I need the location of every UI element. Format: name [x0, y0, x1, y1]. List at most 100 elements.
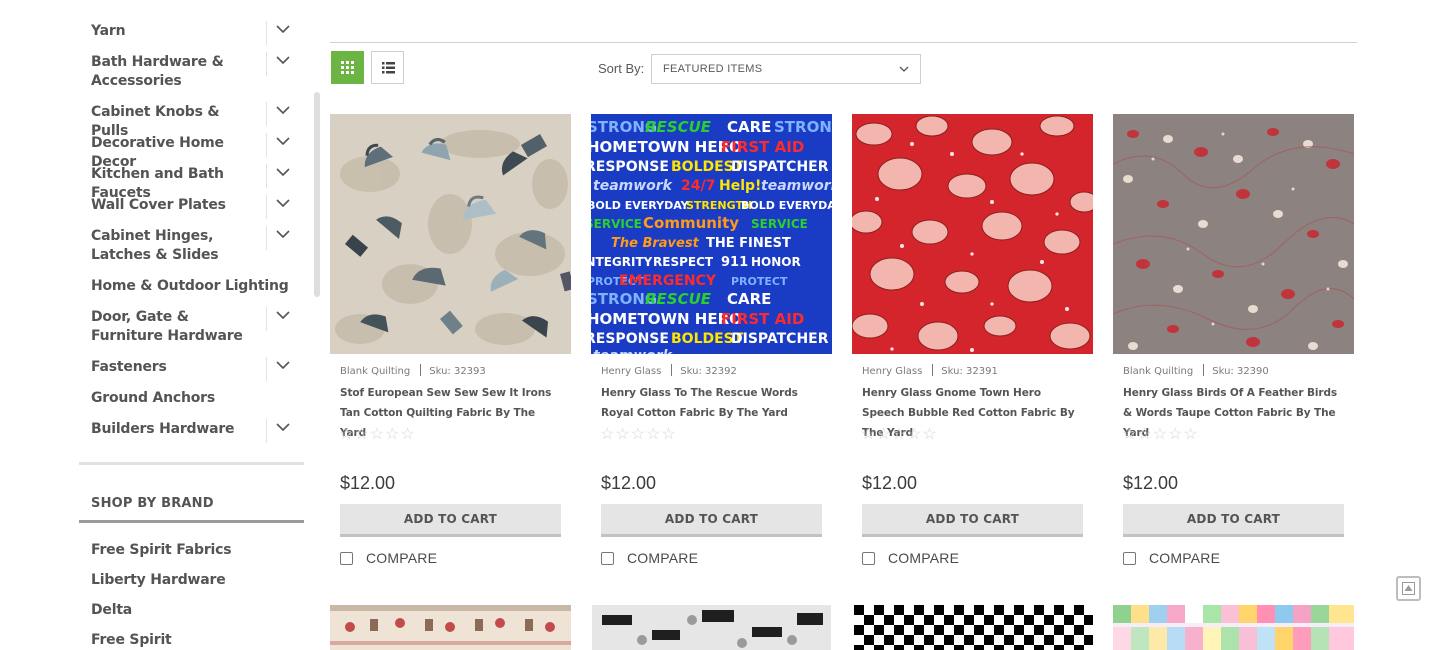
product-image[interactable] — [330, 605, 571, 650]
add-to-cart-button[interactable]: ADD TO CART — [1123, 504, 1344, 537]
product-brand[interactable]: Henry Glass — [601, 366, 661, 377]
category-label[interactable]: Cabinet Hinges, Latches & Slides — [91, 227, 261, 265]
brand-link[interactable]: Free Spirit — [91, 632, 172, 648]
fabric-word: SERVICE — [751, 217, 808, 231]
expand-toggle[interactable] — [266, 164, 302, 188]
fabric-word: HOMETOWN HERO — [591, 138, 742, 156]
divider — [79, 462, 304, 465]
compare-checkbox[interactable] — [1123, 552, 1136, 565]
compare-label[interactable]: COMPARE — [1149, 550, 1220, 566]
fabric-word: FIRST AID — [721, 310, 804, 328]
rating-stars: ☆☆☆☆☆ — [861, 426, 938, 443]
add-to-cart-button[interactable]: ADD TO CART — [601, 504, 822, 537]
fabric-word: 911 — [721, 255, 748, 270]
category-label[interactable]: Bath Hardware & Accessories — [91, 53, 261, 91]
compare-label[interactable]: COMPARE — [627, 550, 698, 566]
add-to-cart-button[interactable]: ADD TO CART — [862, 504, 1083, 537]
product-image[interactable] — [852, 114, 1093, 354]
product-brand[interactable]: Henry Glass — [862, 366, 922, 377]
expand-toggle[interactable] — [266, 52, 302, 76]
fabric-word: CARE — [727, 118, 771, 136]
add-to-cart-label: ADD TO CART — [403, 512, 498, 526]
fabric-word: teamwork — [593, 348, 674, 354]
category-label[interactable]: Yarn — [91, 22, 261, 41]
category-label[interactable]: Home & Outdoor Lighting — [91, 277, 291, 296]
expand-toggle[interactable] — [266, 226, 302, 250]
product-card: Blank Quilting Sku: 32390 Henry Glass Bir… — [1113, 114, 1355, 574]
chevron-down-icon — [899, 66, 909, 72]
category-label[interactable]: Builders Hardware — [91, 420, 261, 439]
divider — [330, 42, 1357, 43]
expand-toggle[interactable] — [266, 357, 302, 381]
expand-toggle[interactable] — [266, 21, 302, 45]
product-image[interactable] — [330, 114, 571, 354]
grid-view-icon — [341, 61, 354, 74]
divider — [671, 364, 673, 376]
expand-toggle[interactable] — [266, 102, 302, 126]
fabric-word: RESCUE — [645, 118, 712, 136]
category-sidebar: Yarn Bath Hardware & Accessories Cabinet… — [79, 0, 320, 650]
product-image[interactable] — [1113, 114, 1354, 354]
compare-label[interactable]: COMPARE — [888, 550, 959, 566]
scroll-to-top-button[interactable] — [1396, 576, 1421, 601]
sidebar-scrollbar[interactable] — [314, 92, 320, 297]
add-to-cart-label: ADD TO CART — [1186, 512, 1281, 526]
product-brand[interactable]: Blank Quilting — [1123, 366, 1193, 377]
compare-checkbox[interactable] — [862, 552, 875, 565]
divider — [1203, 364, 1205, 376]
list-view-button[interactable] — [371, 51, 404, 84]
fabric-word: RESPONSE — [591, 331, 669, 347]
chevron-down-icon — [276, 311, 290, 320]
grid-view-button[interactable] — [331, 51, 364, 84]
chevron-down-icon — [276, 168, 290, 177]
fabric-word: BOLD EVERYDAY — [591, 199, 690, 212]
product-image[interactable] — [1113, 605, 1354, 650]
fabric-word: THE FINEST — [706, 236, 791, 251]
product-image[interactable] — [854, 605, 1093, 650]
add-to-cart-button[interactable]: ADD TO CART — [340, 504, 561, 537]
fabric-word: INTEGRITY — [591, 255, 653, 269]
fabric-word: RESPONSE — [591, 159, 669, 175]
brand-link[interactable]: Liberty Hardware — [91, 572, 226, 588]
product-meta: Blank Quilting Sku: 32393 — [340, 364, 486, 377]
rating-stars: ☆☆☆☆☆ — [600, 426, 677, 443]
product-image[interactable]: STRONG RESCUE CARE STRONG HOMETOWN HERO … — [591, 114, 832, 354]
fabric-word: DISPATCHER — [731, 159, 829, 175]
product-sku: Sku: 32393 — [429, 366, 486, 377]
product-price: $12.00 — [601, 473, 657, 493]
compare-checkbox[interactable] — [601, 552, 614, 565]
fabric-word: STRONG — [774, 118, 832, 136]
shop-by-brand-heading: SHOP BY BRAND — [91, 496, 214, 511]
sort-select[interactable]: FEATURED ITEMS — [651, 54, 921, 84]
category-label[interactable]: Wall Cover Plates — [91, 196, 261, 215]
compare-checkbox[interactable] — [340, 552, 353, 565]
category-label[interactable]: Ground Anchors — [91, 389, 261, 408]
fabric-word: teamwork — [761, 178, 832, 194]
fabric-word: CARE — [727, 290, 771, 308]
fabric-word: PROTECT — [731, 275, 788, 288]
fabric-word: 24/7 — [681, 178, 715, 194]
list-view-icon — [382, 62, 395, 74]
brand-link[interactable]: Delta — [91, 602, 132, 618]
chevron-down-icon — [276, 230, 290, 239]
expand-toggle[interactable] — [266, 133, 302, 157]
product-meta: Henry Glass Sku: 32392 — [601, 364, 737, 377]
product-title[interactable]: Henry Glass To The Rescue Words Royal Co… — [601, 383, 816, 423]
chevron-down-icon — [276, 137, 290, 146]
divider — [932, 364, 934, 376]
divider — [420, 364, 422, 376]
compare-label[interactable]: COMPARE — [366, 550, 437, 566]
fabric-word: teamwork — [593, 178, 674, 194]
divider — [79, 520, 304, 523]
expand-toggle[interactable] — [266, 195, 302, 219]
sort-by-label: Sort By: — [598, 61, 645, 76]
category-label[interactable]: Fasteners — [91, 358, 261, 377]
expand-toggle[interactable] — [266, 307, 302, 331]
brand-link[interactable]: Free Spirit Fabrics — [91, 542, 232, 558]
product-sku: Sku: 32390 — [1212, 366, 1269, 377]
category-label[interactable]: Door, Gate & Furniture Hardware — [91, 308, 261, 346]
product-brand[interactable]: Blank Quilting — [340, 366, 410, 377]
rating-stars: ☆☆☆☆☆ — [339, 426, 416, 443]
product-image[interactable] — [592, 605, 831, 650]
expand-toggle[interactable] — [266, 419, 302, 443]
